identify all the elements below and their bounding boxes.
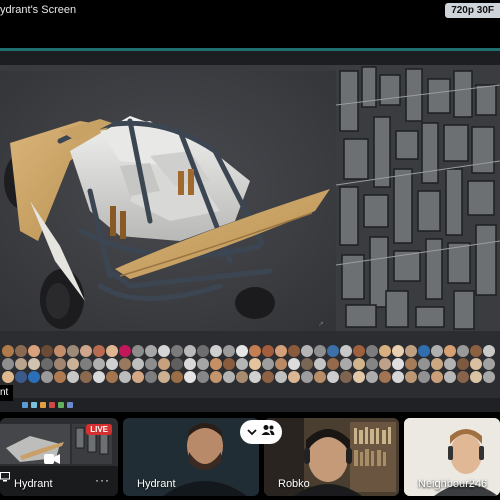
participant-tile-hydrant[interactable]: Hydrant <box>123 418 259 496</box>
people-icon[interactable] <box>261 423 275 441</box>
screen-status-strip <box>0 398 500 412</box>
more-options-button[interactable]: ··· <box>95 473 110 487</box>
participant-tile-robko[interactable]: Robko <box>264 418 399 496</box>
screen-share-icon <box>0 469 10 487</box>
participant-name: Robko <box>278 478 310 490</box>
top-bar: ydrant's Screen 720p 30F <box>0 0 500 22</box>
material-row-2 <box>2 358 495 370</box>
app-toolbar <box>0 51 500 65</box>
participant-tile-hydrant-stream[interactable]: LIVE Hydrant ··· <box>0 418 118 496</box>
svg-text:↗: ↗ <box>318 321 324 328</box>
material-palette <box>0 331 500 398</box>
participant-name: Hydrant <box>137 478 176 490</box>
material-row-3 <box>2 371 495 383</box>
wireframe-render <box>336 65 500 331</box>
vehicle-render: ↗ <box>0 71 336 331</box>
chevron-down-icon[interactable] <box>247 423 257 441</box>
participant-tile-neighbour246[interactable]: Neighbour246 <box>404 418 500 496</box>
viewport-left: ↗ <box>0 71 336 331</box>
strip-icons <box>22 402 73 408</box>
participant-name: Hydrant <box>14 478 53 490</box>
presenter-name-tag: nt <box>0 385 14 401</box>
participants-toggle[interactable] <box>240 420 282 444</box>
viewport-right <box>336 65 500 331</box>
participant-name: Neighbour246 <box>418 478 488 490</box>
material-row-1 <box>2 345 495 357</box>
quality-badge[interactable]: 720p 30F <box>445 3 500 18</box>
live-badge: LIVE <box>86 424 112 435</box>
screen-title: ydrant's Screen <box>0 4 77 16</box>
camera-icon <box>44 452 60 470</box>
